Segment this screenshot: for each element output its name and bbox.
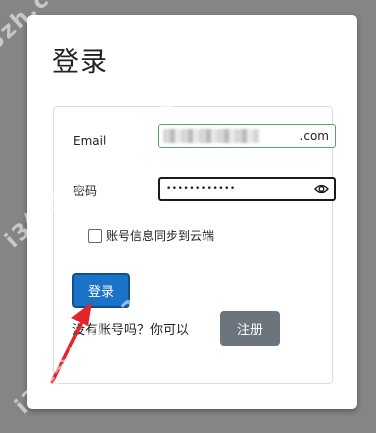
password-masked-text: •••••••••••• xyxy=(166,184,236,194)
signup-prompt: 没有账号吗？你可以 xyxy=(72,323,190,338)
sync-checkbox-row[interactable]: 账号信息同步到云端 xyxy=(88,227,214,244)
password-label: 密码 xyxy=(73,184,98,198)
login-button[interactable]: 登录 xyxy=(72,273,130,308)
dialog-title: 登录 xyxy=(52,47,108,78)
email-label: Email xyxy=(73,134,107,148)
password-field[interactable]: •••••••••••• xyxy=(158,177,336,201)
eye-icon[interactable] xyxy=(314,183,329,198)
sync-checkbox-label: 账号信息同步到云端 xyxy=(106,229,215,243)
login-dialog: 登录 Email 密码 .com •••••••••••• 账号信息同步到云端 … xyxy=(27,15,357,409)
signup-button[interactable]: 注册 xyxy=(220,311,280,346)
sync-checkbox[interactable] xyxy=(88,228,102,243)
email-domain-text: .com xyxy=(299,129,329,143)
redacted-email-text xyxy=(163,129,259,143)
email-field[interactable]: .com xyxy=(158,124,336,148)
